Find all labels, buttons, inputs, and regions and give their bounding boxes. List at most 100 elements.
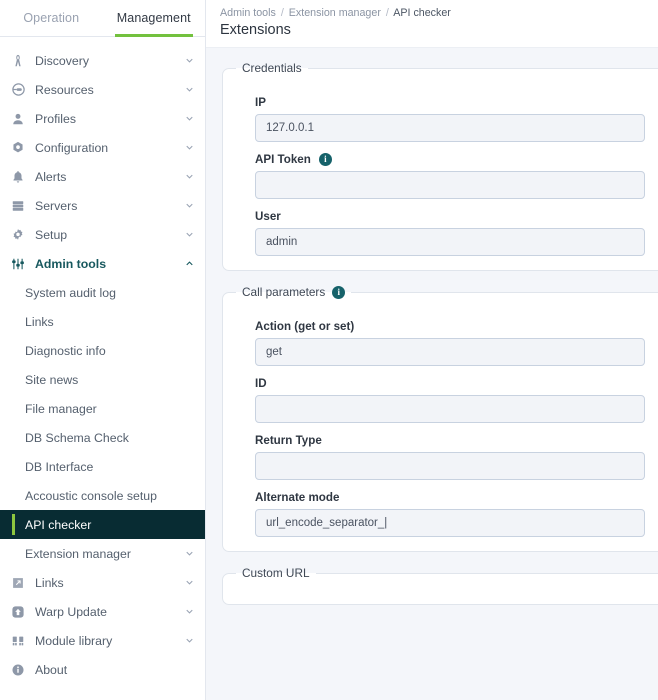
chevron-down-icon[interactable] [184, 229, 195, 240]
sidebar-item-discovery[interactable]: Discovery [0, 46, 205, 75]
field-alternate-mode-label: Alternate mode [255, 491, 658, 504]
chevron-up-icon[interactable] [184, 258, 195, 269]
sidebar-subitem-db-schema-check[interactable]: DB Schema Check [0, 423, 205, 452]
id-input[interactable] [255, 395, 645, 423]
sidebar-subitem-api-checker[interactable]: API checker [0, 510, 205, 539]
chevron-down-icon[interactable] [184, 84, 195, 95]
chevron-down-icon[interactable] [184, 635, 195, 646]
sidebar-tabs: Operation Management [0, 0, 205, 37]
sidebar-subitem-label: DB Schema Check [25, 430, 129, 445]
sidebar-item-links[interactable]: Links [0, 568, 205, 597]
page-title: Extensions [220, 22, 291, 38]
sidebar-item-resources[interactable]: Resources [0, 75, 205, 104]
sidebar-item-label: Links [35, 575, 64, 590]
field-return-type: Return Type [223, 434, 658, 480]
field-return-type-label: Return Type [255, 434, 658, 447]
sidebar-item-label: Servers [35, 198, 78, 213]
admin-tools-submenu: System audit log Links Diagnostic info S… [0, 278, 205, 568]
credentials-legend-label: Credentials [242, 61, 302, 75]
field-action-label: Action (get or set) [255, 320, 658, 333]
sidebar-item-about[interactable]: About [0, 655, 205, 684]
setup-gear-icon [8, 226, 28, 244]
alternate-mode-input[interactable]: url_encode_separator_| [255, 509, 645, 537]
breadcrumb: Admin tools / Extension manager / API ch… [220, 7, 658, 19]
profiles-icon [8, 110, 28, 128]
sidebar-subitem-db-interface[interactable]: DB Interface [0, 452, 205, 481]
sidebar-item-servers[interactable]: Servers [0, 191, 205, 220]
field-user-label: User [255, 210, 658, 223]
breadcrumb-root[interactable]: Admin tools [220, 7, 276, 19]
custom-url-fieldset: Custom URL [222, 566, 658, 605]
sidebar-subitem-file-manager[interactable]: File manager [0, 394, 205, 423]
chevron-down-icon[interactable] [184, 548, 195, 559]
sidebar-subitem-label: Links [25, 314, 54, 329]
sidebar-subitem-links[interactable]: Links [0, 307, 205, 336]
field-user: User admin [223, 210, 658, 256]
field-return-type-label-text: Return Type [255, 434, 322, 447]
page-header: Admin tools / Extension manager / API ch… [206, 0, 658, 48]
sidebar-subitem-diagnostic-info[interactable]: Diagnostic info [0, 336, 205, 365]
external-link-icon [8, 574, 28, 592]
sidebar: Operation Management Discovery Resources… [0, 0, 206, 700]
call-parameters-legend: Call parameters i [236, 285, 351, 299]
sidebar-item-label: Discovery [35, 53, 89, 68]
sidebar-subitem-label: Diagnostic info [25, 343, 106, 358]
field-id: ID [223, 377, 658, 423]
ip-input-value: 127.0.0.1 [266, 122, 314, 134]
sidebar-subitem-accoustic-console-setup[interactable]: Accoustic console setup [0, 481, 205, 510]
alternate-mode-input-value: url_encode_separator_| [266, 517, 388, 529]
field-action-label-text: Action (get or set) [255, 320, 355, 333]
sidebar-item-profiles[interactable]: Profiles [0, 104, 205, 133]
custom-url-legend: Custom URL [236, 566, 316, 580]
sidebar-item-alerts[interactable]: Alerts [0, 162, 205, 191]
sidebar-item-setup[interactable]: Setup [0, 220, 205, 249]
sidebar-subitem-label: Extension manager [25, 546, 131, 561]
sidebar-item-admin-tools[interactable]: Admin tools [0, 249, 205, 278]
field-ip: IP 127.0.0.1 [223, 96, 658, 142]
sidebar-item-module-library[interactable]: Module library [0, 626, 205, 655]
tab-operation-label: Operation [23, 11, 80, 25]
chevron-down-icon[interactable] [184, 55, 195, 66]
action-input[interactable]: get [255, 338, 645, 366]
sidebar-subitem-label: Accoustic console setup [25, 488, 157, 503]
credentials-fieldset: Credentials IP 127.0.0.1 API Token i Use… [222, 61, 658, 271]
action-input-value: get [266, 346, 282, 358]
main-content: Admin tools / Extension manager / API ch… [206, 0, 658, 700]
credentials-legend: Credentials [236, 61, 308, 75]
sidebar-item-label: Profiles [35, 111, 77, 126]
tab-management[interactable]: Management [103, 0, 206, 37]
api-token-input[interactable] [255, 171, 645, 199]
discovery-icon [8, 52, 28, 70]
sidebar-subitem-system-audit-log[interactable]: System audit log [0, 278, 205, 307]
field-alternate-mode-label-text: Alternate mode [255, 491, 340, 504]
return-type-input[interactable] [255, 452, 645, 480]
field-api-token-label: API Token i [255, 153, 658, 166]
sidebar-subitem-site-news[interactable]: Site news [0, 365, 205, 394]
sidebar-item-label: Admin tools [35, 256, 107, 271]
chevron-down-icon[interactable] [184, 577, 195, 588]
chevron-down-icon[interactable] [184, 142, 195, 153]
sidebar-item-label: Module library [35, 633, 113, 648]
info-icon[interactable]: i [332, 285, 346, 299]
tab-operation[interactable]: Operation [0, 0, 103, 36]
info-icon[interactable]: i [318, 153, 332, 166]
chevron-down-icon[interactable] [184, 113, 195, 124]
admin-tools-sliders-icon [8, 255, 28, 273]
chevron-down-icon[interactable] [184, 606, 195, 617]
breadcrumb-mid[interactable]: Extension manager [289, 7, 381, 19]
sidebar-item-label: Resources [35, 82, 94, 97]
sidebar-item-warp-update[interactable]: Warp Update [0, 597, 205, 626]
field-ip-label: IP [255, 96, 658, 109]
user-input[interactable]: admin [255, 228, 645, 256]
field-id-label: ID [255, 377, 658, 390]
sidebar-item-configuration[interactable]: Configuration [0, 133, 205, 162]
configuration-icon [8, 139, 28, 157]
call-parameters-fieldset: Call parameters i Action (get or set) ge… [222, 285, 658, 552]
field-action: Action (get or set) get [223, 320, 658, 366]
chevron-down-icon[interactable] [184, 200, 195, 211]
chevron-down-icon[interactable] [184, 171, 195, 182]
ip-input[interactable]: 127.0.0.1 [255, 114, 645, 142]
sidebar-item-label: Configuration [35, 140, 109, 155]
sidebar-subitem-label: API checker [25, 517, 92, 532]
sidebar-subitem-extension-manager[interactable]: Extension manager [0, 539, 205, 568]
